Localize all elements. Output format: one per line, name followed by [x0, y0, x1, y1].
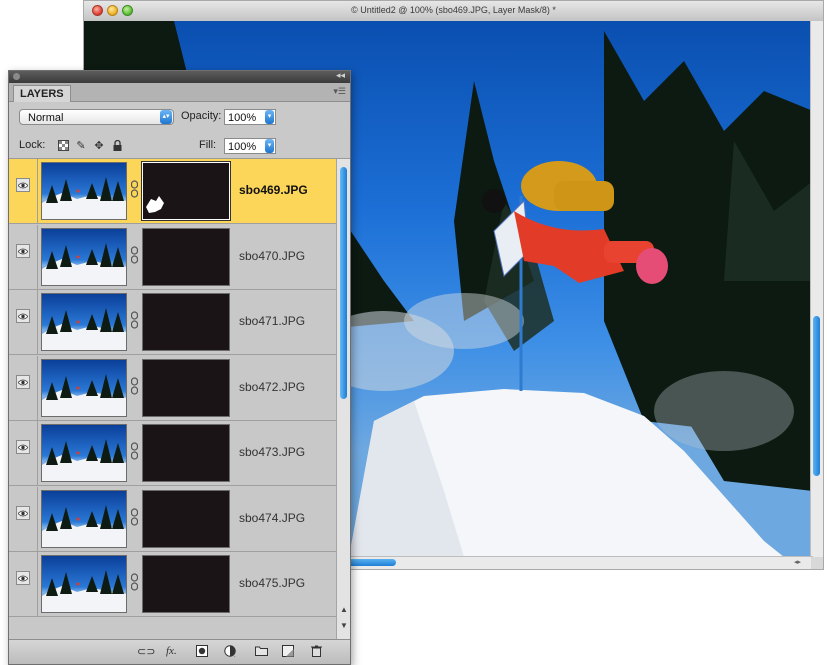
eye-icon[interactable] — [16, 506, 30, 520]
tab-layers[interactable]: LAYERS — [13, 85, 71, 102]
layer-mask-thumbnail[interactable] — [142, 293, 230, 351]
mask-link-icon[interactable] — [130, 508, 139, 526]
panel-tab-row: LAYERS ▾☰ — [9, 83, 350, 102]
layers-scroll-thumb[interactable] — [340, 167, 347, 399]
lock-image-pixels-icon[interactable]: ✎ — [75, 139, 87, 152]
scroll-arrows-icon[interactable]: ◂▸ — [794, 557, 801, 569]
new-layer-icon[interactable] — [282, 645, 294, 660]
blend-mode-arrows-icon[interactable]: ▴▾ — [160, 110, 172, 124]
layer-name[interactable]: sbo471.JPG — [239, 314, 305, 328]
eye-icon[interactable] — [16, 309, 30, 323]
layer-name[interactable]: sbo469.JPG — [239, 183, 308, 197]
adjustment-layer-icon[interactable]: . — [224, 645, 237, 660]
mask-link-icon[interactable] — [130, 573, 139, 591]
lock-transparent-pixels-icon[interactable] — [57, 139, 69, 151]
layer-thumbnail[interactable] — [41, 359, 127, 417]
layer-row[interactable]: sbo474.JPG — [9, 487, 336, 552]
delete-layer-icon[interactable] — [311, 645, 322, 660]
layer-mask-thumbnail[interactable] — [142, 555, 230, 613]
svg-text:.: . — [234, 653, 236, 657]
panel-collapse-icon[interactable]: ◂◂ — [336, 71, 345, 81]
layer-visibility-cell — [9, 487, 38, 551]
scroll-down-icon[interactable]: ▼ — [340, 621, 348, 630]
blend-mode-select[interactable]: Normal ▴▾ — [19, 109, 174, 125]
panel-footer: ⊂⊃ fx. . — [9, 639, 350, 664]
fill-field[interactable]: 100% ▾ — [224, 138, 276, 154]
layer-mask-thumbnail[interactable] — [142, 490, 230, 548]
mask-link-icon[interactable] — [130, 311, 139, 329]
layer-row[interactable]: sbo472.JPG — [9, 356, 336, 421]
opacity-label: Opacity: — [181, 110, 222, 122]
layer-mask-thumbnail[interactable] — [142, 359, 230, 417]
layer-visibility-cell — [9, 421, 38, 485]
fill-label: Fill: — [199, 139, 217, 151]
layer-thumbnail[interactable] — [41, 490, 127, 548]
layers-panel: ◂◂ LAYERS ▾☰ Normal ▴▾ Opacity: 100% ▾ L… — [8, 70, 351, 665]
new-group-icon[interactable] — [255, 645, 268, 659]
eye-icon[interactable] — [16, 440, 30, 454]
lock-position-icon[interactable]: ✥ — [93, 139, 105, 152]
blend-mode-value: Normal — [28, 112, 64, 124]
document-vertical-scroll-thumb[interactable] — [813, 316, 820, 476]
layer-name[interactable]: sbo472.JPG — [239, 380, 305, 394]
layer-thumbnail[interactable] — [41, 228, 127, 286]
layer-name[interactable]: sbo470.JPG — [239, 249, 305, 263]
resize-corner[interactable] — [811, 557, 823, 569]
panel-titlebar[interactable]: ◂◂ — [9, 71, 350, 83]
layer-thumbnail[interactable] — [41, 293, 127, 351]
layer-mask-thumbnail[interactable] — [142, 424, 230, 482]
layers-list: sbo469.JPG sbo470.JPG sbo471.JPG sbo472.JPG… — [9, 159, 336, 641]
layer-name[interactable]: sbo475.JPG — [239, 576, 305, 590]
opacity-value: 100% — [228, 112, 257, 124]
layer-thumbnail[interactable] — [41, 555, 127, 613]
mask-link-icon[interactable] — [130, 442, 139, 460]
lock-label: Lock: — [19, 139, 46, 151]
eye-icon[interactable] — [16, 375, 30, 389]
layer-visibility-cell — [9, 290, 38, 354]
layer-visibility-cell — [9, 159, 38, 223]
layer-mask-thumbnail[interactable] — [141, 161, 231, 221]
eye-icon[interactable] — [16, 178, 30, 192]
mask-link-icon[interactable] — [130, 246, 139, 264]
layer-thumbnail[interactable] — [41, 424, 127, 482]
layer-visibility-cell — [9, 225, 38, 289]
document-title: © Untitled2 @ 100% (sbo469.JPG, Layer Ma… — [351, 5, 556, 15]
scroll-up-icon[interactable]: ▲ — [340, 605, 348, 614]
opacity-dropdown-icon[interactable]: ▾ — [265, 110, 274, 124]
layers-scrollbar[interactable]: ▲ ▼ — [336, 159, 350, 641]
panel-menu-icon[interactable]: ▾☰ — [333, 86, 346, 97]
layer-visibility-cell — [9, 356, 38, 420]
lock-options: ✎ ✥ — [57, 139, 123, 152]
layer-mask-thumbnail[interactable] — [142, 228, 230, 286]
document-vertical-scrollbar[interactable] — [810, 21, 823, 557]
layer-thumbnail[interactable] — [41, 162, 127, 220]
eye-icon[interactable] — [16, 244, 30, 258]
lock-all-icon[interactable] — [111, 139, 123, 151]
fill-value: 100% — [228, 141, 257, 153]
add-mask-icon[interactable] — [196, 645, 208, 660]
layer-name[interactable]: sbo474.JPG — [239, 511, 305, 525]
panel-close-icon[interactable] — [13, 73, 20, 80]
link-layers-icon[interactable]: ⊂⊃ — [137, 645, 155, 658]
mask-link-icon[interactable] — [130, 180, 139, 198]
document-titlebar[interactable]: © Untitled2 @ 100% (sbo469.JPG, Layer Ma… — [84, 1, 823, 22]
fill-dropdown-icon[interactable]: ▾ — [265, 139, 274, 153]
layer-visibility-cell — [9, 552, 38, 616]
layer-row[interactable]: sbo475.JPG — [9, 552, 336, 617]
layer-style-icon[interactable]: fx. — [166, 645, 177, 657]
layer-row[interactable]: sbo473.JPG — [9, 421, 336, 486]
opacity-field[interactable]: 100% ▾ — [224, 109, 276, 125]
mask-link-icon[interactable] — [130, 377, 139, 395]
layer-row[interactable]: sbo470.JPG — [9, 225, 336, 290]
eye-icon[interactable] — [16, 571, 30, 585]
layer-row[interactable]: sbo469.JPG — [9, 159, 336, 224]
layer-name[interactable]: sbo473.JPG — [239, 445, 305, 459]
layer-row[interactable]: sbo471.JPG — [9, 290, 336, 355]
